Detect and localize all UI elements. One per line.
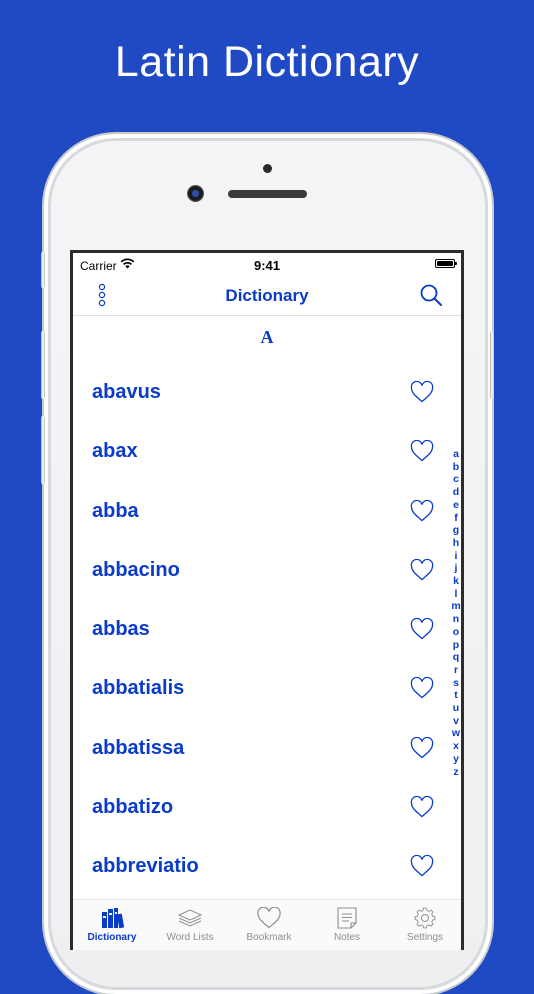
index-letter[interactable]: b [449,461,461,474]
index-letter[interactable]: o [449,626,461,639]
word-label[interactable]: abavus [92,381,161,404]
heart-icon[interactable] [410,499,434,522]
list-item[interactable]: abbatissa [73,719,461,778]
phone-power-button [490,331,494,399]
index-letter[interactable]: w [449,727,461,740]
tab-bar: Dictionary Word Lists Bookmark Notes Set… [73,900,461,950]
index-letter[interactable]: e [449,499,461,512]
navigation-bar: Dictionary [73,277,461,316]
word-label[interactable]: abbatialis [92,677,184,700]
word-label[interactable]: abbacino [92,559,180,582]
list-item[interactable]: abba [73,482,461,541]
tab-dictionary[interactable]: Dictionary [73,900,151,950]
word-label[interactable]: abbatissa [92,737,184,760]
index-letter[interactable]: i [449,550,461,563]
list-item[interactable]: abbatialis [73,659,461,718]
proximity-sensor [263,164,272,173]
heart-icon[interactable] [410,558,434,581]
list-item[interactable]: abbacino [73,541,461,600]
index-letter[interactable]: y [449,753,461,766]
heart-icon[interactable] [410,736,434,759]
heart-icon[interactable] [410,855,434,877]
index-letter[interactable]: z [449,766,461,779]
index-letter[interactable]: q [449,651,461,664]
gear-icon [414,907,436,929]
heart-icon[interactable] [410,796,434,818]
heart-icon[interactable] [410,381,434,403]
index-letter[interactable]: m [449,600,461,613]
alphabet-index[interactable]: a b c d e f g h i j k l m n o p q r s t … [449,448,461,779]
heart-icon [257,907,281,929]
index-letter[interactable]: r [449,664,461,677]
index-letter[interactable]: v [449,715,461,728]
tab-label: Bookmark [246,932,292,943]
tab-word-lists[interactable]: Word Lists [151,900,229,950]
list-item[interactable]: abbatizo [73,778,461,837]
index-letter[interactable]: j [449,562,461,575]
index-letter[interactable]: l [449,588,461,601]
search-icon[interactable] [419,283,443,307]
index-letter[interactable]: t [449,689,461,702]
books-icon [102,908,125,929]
list-item[interactable]: abbas [73,600,461,659]
phone-volume-down-button [41,416,45,484]
tab-settings[interactable]: Settings [386,900,461,950]
index-letter[interactable]: c [449,473,461,486]
note-icon [337,907,357,929]
word-label[interactable]: abba [92,500,139,523]
index-letter[interactable]: h [449,537,461,550]
index-letter[interactable]: n [449,613,461,626]
heart-icon[interactable] [410,618,434,640]
tab-label: Settings [406,932,444,943]
status-time: 9:41 [253,258,281,273]
index-letter[interactable]: g [449,524,461,537]
tab-notes[interactable]: Notes [308,900,386,950]
index-letter[interactable]: d [449,486,461,499]
index-letter[interactable]: x [449,740,461,753]
stack-icon [177,909,203,927]
tab-bookmark[interactable]: Bookmark [230,900,308,950]
word-label[interactable]: abbreviatio [92,855,199,878]
tab-label: Word Lists [166,932,214,943]
word-list: abavus abax abba abbacino abbas abbatial… [73,363,461,897]
tab-label: Notes [333,932,361,943]
earpiece-speaker [228,190,307,198]
index-letter[interactable]: s [449,677,461,690]
word-label[interactable]: abbas [92,618,150,641]
heart-icon[interactable] [410,440,434,462]
list-item[interactable]: abbreviatio [73,837,461,896]
index-letter[interactable]: p [449,639,461,652]
promo-title: Latin Dictionary [114,38,420,86]
word-label[interactable]: abbatizo [92,796,173,819]
index-letter[interactable]: u [449,702,461,715]
section-header: A [260,327,274,347]
heart-icon[interactable] [410,677,434,699]
phone-silent-switch [41,252,45,288]
phone-volume-up-button [41,331,45,399]
list-item[interactable]: abax [73,422,461,481]
battery-icon [435,259,457,268]
index-letter[interactable]: f [449,512,461,525]
word-label[interactable]: abax [92,440,138,463]
index-letter[interactable]: a [449,448,461,461]
nav-title: Dictionary [225,286,309,305]
status-bar: Carrier 9:41 [73,253,461,277]
app-screen: Carrier 9:41 Dictionary A abavus abax ab… [70,250,464,950]
front-camera [188,186,203,201]
tab-label: Dictionary [87,932,137,943]
index-letter[interactable]: k [449,575,461,588]
list-item[interactable]: abavus [73,363,461,422]
